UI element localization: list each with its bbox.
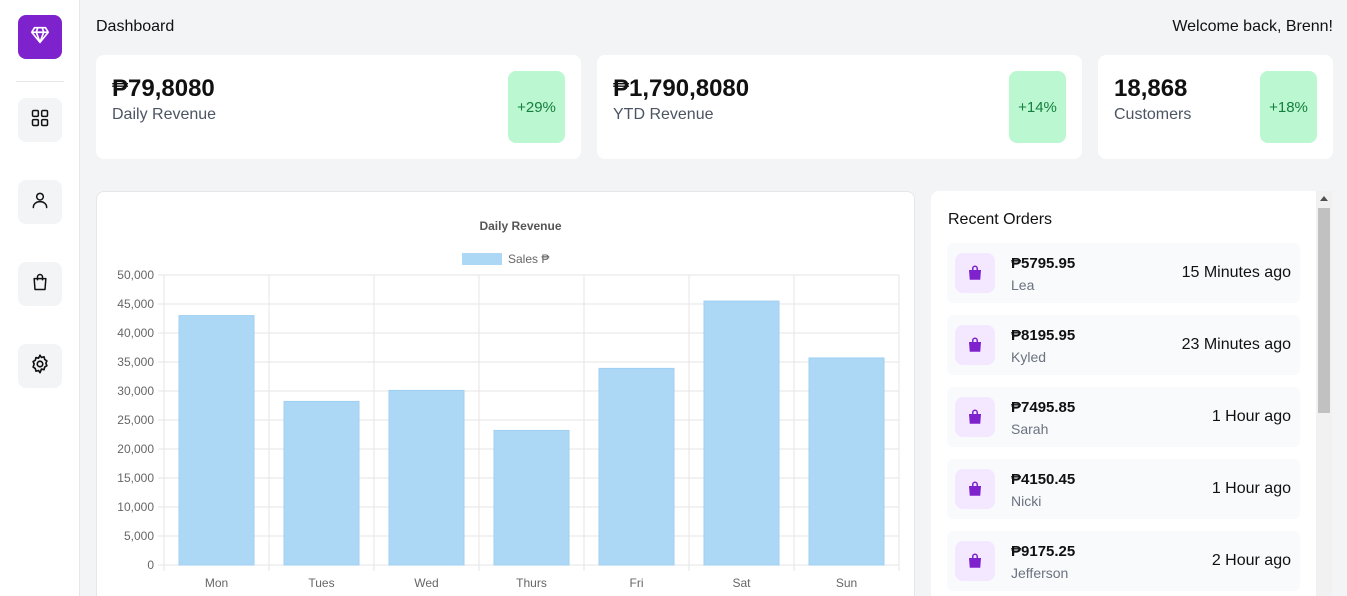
stat-label: Customers	[1114, 106, 1192, 123]
y-tick-label: 50,000	[117, 268, 154, 282]
y-tick-label: 15,000	[117, 471, 154, 485]
stat-card-daily-revenue: ₱79,8080 Daily Revenue +29%	[96, 55, 581, 159]
y-tick-label: 45,000	[117, 297, 154, 311]
order-item[interactable]: ₱9175.25 Jefferson 2 Hour ago	[947, 531, 1300, 591]
bar-sat	[703, 300, 780, 566]
stat-card-customers: 18,868 Customers +18%	[1098, 55, 1333, 159]
stat-label: Daily Revenue	[112, 106, 217, 123]
order-customer: Lea	[1011, 277, 1035, 293]
order-time: 1 Hour ago	[1211, 408, 1291, 425]
stat-change-badge: +29%	[508, 71, 565, 143]
daily-revenue-chart-card: Daily Revenue Sales ₱ 0 5,000 10,000 15,000 20…	[96, 191, 915, 596]
gear-icon	[29, 353, 51, 380]
stat-value: 18,868	[1114, 75, 1188, 102]
x-tick-label: Sun	[836, 576, 857, 590]
order-customer: Sarah	[1011, 421, 1049, 437]
order-amount: ₱5795.95	[1011, 255, 1076, 272]
order-customer: Nicki	[1011, 493, 1042, 509]
sidebar-item-orders[interactable]	[18, 262, 62, 306]
recent-orders-panel: Recent Orders ₱5795.95 Lea 15 Minutes ag…	[931, 191, 1332, 596]
order-item[interactable]: ₱7495.85 Sarah 1 Hour ago	[947, 387, 1300, 447]
x-tick-label: Wed	[414, 576, 438, 590]
chart-title: Daily Revenue	[479, 219, 561, 233]
stat-change-badge: +14%	[1009, 71, 1066, 143]
legend-label: Sales ₱	[508, 252, 549, 266]
x-tick-label: Tues	[308, 576, 334, 590]
order-item[interactable]: ₱8195.95 Kyled 23 Minutes ago	[947, 315, 1300, 375]
logo[interactable]	[18, 15, 62, 59]
order-time: 15 Minutes ago	[1181, 264, 1291, 281]
y-tick-label: 0	[147, 558, 154, 572]
sidebar-divider	[16, 81, 64, 82]
order-item[interactable]: ₱5795.95 Lea 15 Minutes ago	[947, 243, 1300, 303]
shopping-bag-icon	[30, 272, 50, 297]
daily-revenue-chart: Daily Revenue Sales ₱ 0 5,000 10,000 15,000 20…	[117, 219, 900, 590]
sidebar-item-dashboard[interactable]	[18, 98, 62, 142]
y-tick-label: 35,000	[117, 355, 154, 369]
shopping-bag-icon	[955, 397, 995, 437]
x-tick-label: Thurs	[516, 576, 547, 590]
stat-label: YTD Revenue	[613, 106, 714, 123]
shopping-bag-icon	[955, 469, 995, 509]
order-customer: Kyled	[1011, 349, 1047, 365]
order-amount: ₱4150.45	[1011, 471, 1076, 488]
order-item[interactable]: ₱4150.45 Nicki 1 Hour ago	[947, 459, 1300, 519]
order-amount: ₱8195.95	[1011, 327, 1076, 344]
shopping-bag-icon	[955, 253, 995, 293]
bar-sun	[808, 357, 885, 566]
y-tick-label: 30,000	[117, 384, 154, 398]
order-time: 1 Hour ago	[1211, 480, 1291, 497]
order-amount: ₱9175.25	[1011, 543, 1076, 560]
bar-thurs	[493, 429, 570, 566]
shopping-bag-icon	[955, 325, 995, 365]
y-tick-label: 40,000	[117, 326, 154, 340]
x-tick-label: Mon	[205, 576, 228, 590]
user-icon	[30, 190, 50, 215]
shopping-bag-icon	[955, 541, 995, 581]
bar-fri	[598, 367, 675, 566]
sidebar	[0, 0, 80, 596]
bar-tues	[283, 400, 360, 566]
legend-swatch	[462, 253, 502, 265]
recent-orders-title: Recent Orders	[948, 211, 1053, 228]
bar-mon	[178, 315, 255, 566]
order-time: 2 Hour ago	[1211, 552, 1291, 569]
sidebar-item-settings[interactable]	[18, 344, 62, 388]
order-customer: Jefferson	[1011, 565, 1069, 581]
stat-value: ₱79,8080	[112, 75, 215, 102]
y-tick-label: 20,000	[117, 442, 154, 456]
x-tick-label: Sat	[732, 576, 751, 590]
stat-change-badge: +18%	[1260, 71, 1317, 143]
y-tick-label: 10,000	[117, 500, 154, 514]
page-title: Dashboard	[96, 18, 175, 35]
scrollbar-thumb[interactable]	[1318, 208, 1330, 413]
sidebar-item-customers[interactable]	[18, 180, 62, 224]
y-tick-label: 25,000	[117, 413, 154, 427]
welcome-message: Welcome back, Brenn!	[1172, 18, 1333, 35]
stat-card-ytd-revenue: ₱1,790,8080 YTD Revenue +14%	[597, 55, 1082, 159]
scroll-up-arrow-icon[interactable]	[1320, 196, 1328, 201]
order-amount: ₱7495.85	[1011, 399, 1076, 416]
orders-scrollbar[interactable]	[1316, 191, 1332, 596]
diamond-icon	[29, 24, 51, 51]
y-tick-label: 5,000	[124, 529, 154, 543]
bar-wed	[388, 389, 465, 566]
stat-value: ₱1,790,8080	[613, 75, 750, 102]
order-time: 23 Minutes ago	[1181, 336, 1291, 353]
grid-icon	[30, 108, 50, 133]
x-tick-label: Fri	[630, 576, 644, 590]
